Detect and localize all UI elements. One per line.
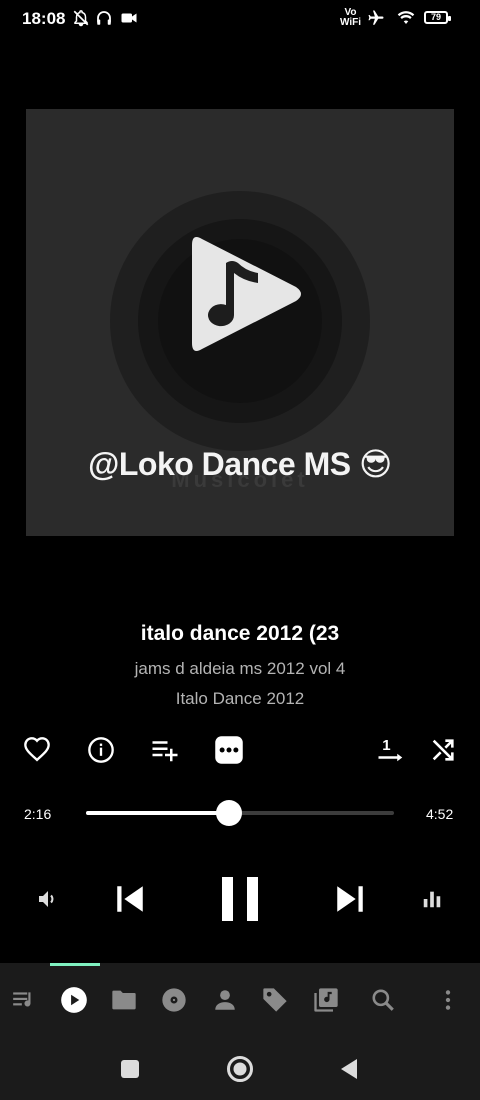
recents-button[interactable] xyxy=(115,1054,145,1084)
song-album[interactable]: jams d aldeia ms 2012 vol 4 xyxy=(0,659,480,679)
bottom-navigation xyxy=(0,963,480,1036)
song-title[interactable]: italo dance 2012 (23 xyxy=(0,622,480,646)
recents-icon xyxy=(121,1060,139,1078)
volume-button[interactable] xyxy=(32,884,64,914)
next-button[interactable] xyxy=(330,876,370,922)
heart-icon xyxy=(24,737,50,762)
status-time: 18:08 xyxy=(22,9,66,28)
equalizer-button[interactable] xyxy=(416,884,448,914)
battery-icon: 79 xyxy=(424,11,451,24)
play-pause-button[interactable] xyxy=(216,872,264,926)
add-to-queue-icon xyxy=(152,741,178,762)
overflow-menu-icon xyxy=(445,990,451,1010)
nav-overflow-menu[interactable] xyxy=(434,986,462,1014)
home-button[interactable] xyxy=(224,1053,256,1085)
elapsed-time: 2:16 xyxy=(24,806,52,822)
favorite-button[interactable] xyxy=(22,735,52,765)
song-genre[interactable]: Italo Dance 2012 xyxy=(0,689,480,709)
info-icon xyxy=(88,737,114,763)
album-artwork[interactable]: Musicolet @Loko Dance MS 😎 xyxy=(26,109,454,536)
next-icon xyxy=(337,886,363,912)
tags-icon xyxy=(263,988,287,1012)
repeat-one-icon: 1 xyxy=(378,737,403,762)
status-bar: 18:08 Vo WiFi 79 xyxy=(0,0,480,36)
back-button[interactable] xyxy=(334,1054,364,1084)
wifi-icon xyxy=(397,11,415,24)
nav-folders[interactable] xyxy=(110,986,138,1014)
search-icon xyxy=(372,989,394,1011)
nav-playlists[interactable] xyxy=(312,986,340,1014)
albums-icon xyxy=(162,988,186,1012)
home-icon xyxy=(227,1056,253,1082)
music-play-icon xyxy=(192,237,301,351)
nav-now-playing[interactable] xyxy=(60,986,88,1014)
nav-active-indicator xyxy=(50,963,100,966)
headphones-icon xyxy=(97,11,111,25)
vowifi-indicator: Vo WiFi xyxy=(340,7,362,28)
add-to-queue-button[interactable] xyxy=(150,735,180,765)
folders-icon xyxy=(112,990,136,1010)
repeat-one-button[interactable]: 1 xyxy=(376,735,406,765)
previous-icon xyxy=(117,886,143,912)
nav-tags[interactable] xyxy=(261,986,289,1014)
more-icon xyxy=(215,736,243,764)
seek-bar[interactable] xyxy=(86,800,394,826)
playlists-icon xyxy=(314,988,338,1012)
more-options-button[interactable] xyxy=(214,735,244,765)
shuffle-button[interactable] xyxy=(428,735,458,765)
back-icon xyxy=(341,1059,357,1079)
info-button[interactable] xyxy=(86,735,116,765)
now-playing-icon xyxy=(61,987,87,1013)
artists-icon xyxy=(215,990,235,1010)
bell-off-icon xyxy=(73,10,89,27)
video-icon xyxy=(121,13,137,23)
queue-icon xyxy=(13,992,31,1007)
nav-albums[interactable] xyxy=(160,986,188,1014)
nav-search[interactable] xyxy=(369,986,397,1014)
seek-bar-thumb[interactable] xyxy=(216,800,243,826)
seek-bar-progress xyxy=(86,811,230,815)
nav-artists[interactable] xyxy=(211,986,239,1014)
volume-icon xyxy=(39,891,54,907)
system-navigation-bar xyxy=(0,1036,480,1100)
airplane-icon xyxy=(368,10,384,25)
shuffle-icon xyxy=(432,739,454,761)
nav-queue[interactable] xyxy=(10,986,38,1014)
total-duration: 4:52 xyxy=(426,806,454,822)
pause-icon xyxy=(222,877,258,921)
artwork-handle-text: @Loko Dance MS 😎 xyxy=(88,446,392,482)
equalizer-icon xyxy=(423,891,441,908)
previous-button[interactable] xyxy=(110,876,150,922)
svg-text:1: 1 xyxy=(382,737,390,754)
